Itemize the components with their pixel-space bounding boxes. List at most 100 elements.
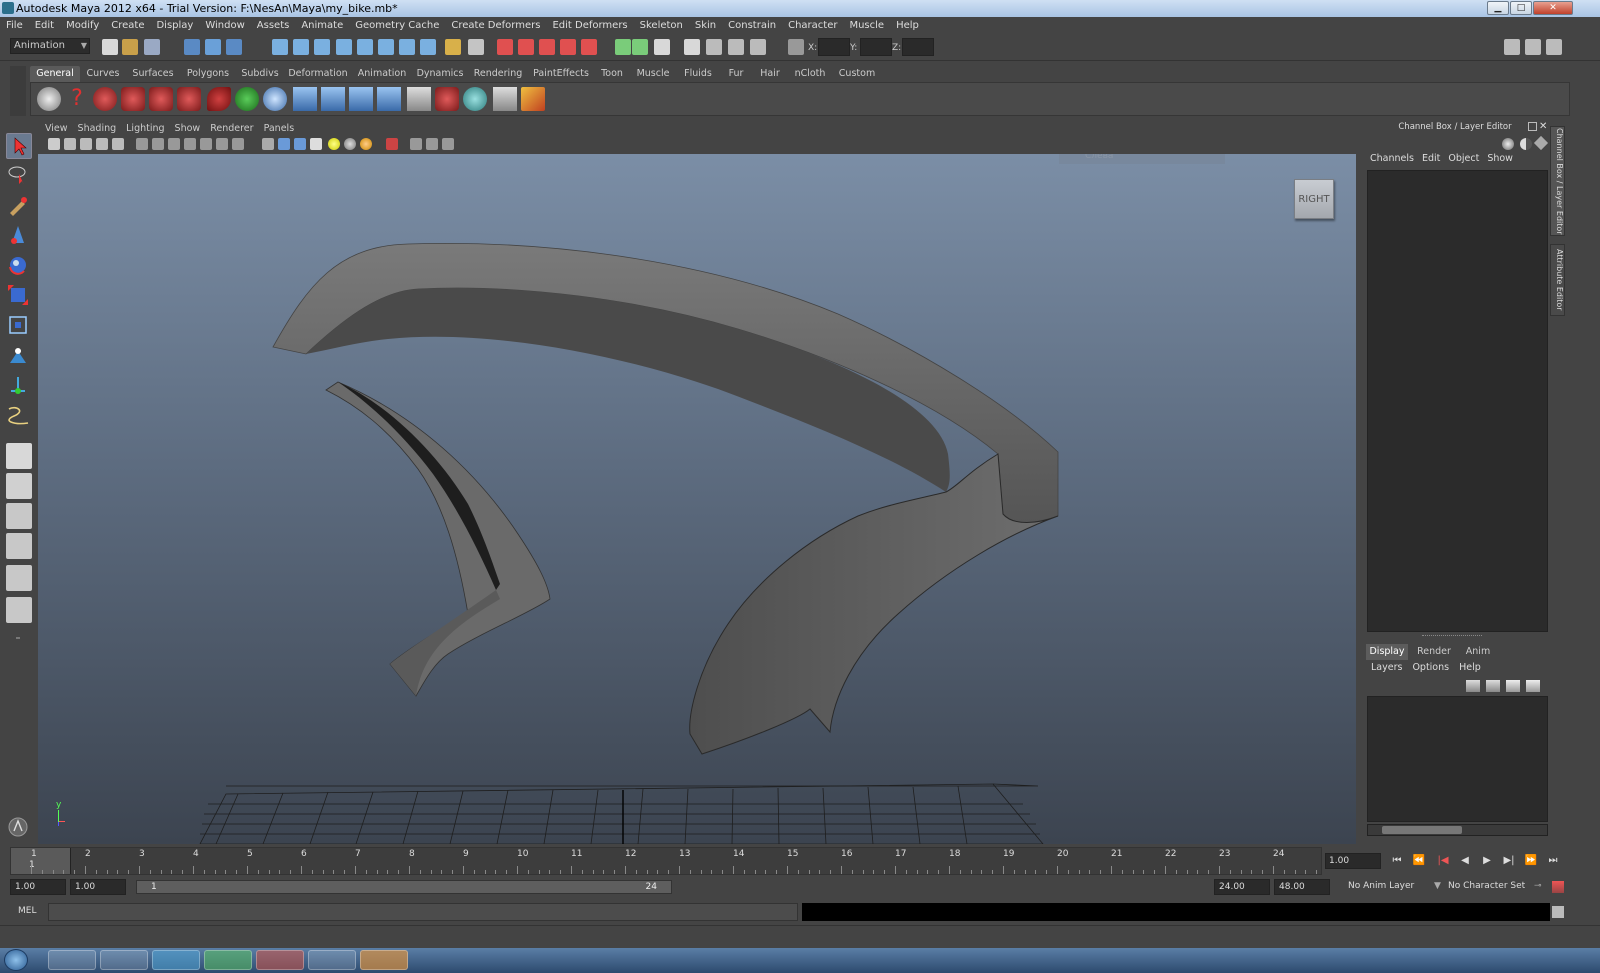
safe-title-icon[interactable] xyxy=(232,138,244,150)
cb-menu-edit[interactable]: Edit xyxy=(1418,153,1444,164)
menu-muscle[interactable]: Muscle xyxy=(843,17,890,35)
joint-icon[interactable] xyxy=(293,87,317,111)
camera-select-icon[interactable] xyxy=(48,138,60,150)
taskbar-item-3[interactable] xyxy=(152,950,200,970)
shelf-tab-custom[interactable]: Custom xyxy=(834,66,880,82)
go-to-end-icon[interactable]: ⏭ xyxy=(1544,852,1562,870)
shelf-tab-fluids[interactable]: Fluids xyxy=(678,66,718,82)
relative-transform-icon[interactable] xyxy=(654,39,670,55)
graph-editor-icon[interactable] xyxy=(407,87,431,111)
menu-help[interactable]: Help xyxy=(890,17,925,35)
sphere-icon[interactable] xyxy=(263,87,287,111)
scale-tool-icon[interactable] xyxy=(6,283,32,309)
playback-end-field[interactable]: 24.00 xyxy=(1214,879,1270,895)
layer-horizontal-scrollbar[interactable] xyxy=(1367,824,1548,836)
taskbar-item-4[interactable] xyxy=(204,950,252,970)
menu-modify[interactable]: Modify xyxy=(60,17,105,35)
soft-mod-icon[interactable] xyxy=(6,343,32,369)
paint-select-tool-icon[interactable] xyxy=(6,193,32,219)
new-layer-icon[interactable] xyxy=(1506,680,1520,692)
menu-set-selector[interactable]: Animation ▼ xyxy=(10,38,90,54)
channel-box-area[interactable] xyxy=(1367,170,1548,632)
side-tab-attribute-editor[interactable]: Attribute Editor xyxy=(1550,244,1565,316)
anim-layer-selector[interactable]: No Anim Layer xyxy=(1348,881,1414,891)
pin-icon[interactable] xyxy=(1533,135,1549,151)
panel-menu-shading[interactable]: Shading xyxy=(73,122,122,136)
open-scene-icon[interactable] xyxy=(122,39,138,55)
layer-menu-layers[interactable]: Layers xyxy=(1366,662,1407,673)
menu-animate[interactable]: Animate xyxy=(295,17,349,35)
shelf-tab-painteffects[interactable]: PaintEffects xyxy=(530,66,592,82)
question-icon[interactable] xyxy=(420,39,436,55)
panel-menu-panels[interactable]: Panels xyxy=(259,122,300,136)
menu-geometry-cache[interactable]: Geometry Cache xyxy=(349,17,445,35)
snap-view-icon[interactable] xyxy=(378,39,394,55)
input-field-icon[interactable] xyxy=(632,39,648,55)
shelf-tab-toon[interactable]: Toon xyxy=(596,66,628,82)
cb-menu-object[interactable]: Object xyxy=(1444,153,1483,164)
isolate-select-icon[interactable] xyxy=(386,138,398,150)
snap-point-icon[interactable] xyxy=(314,39,330,55)
start-button-icon[interactable] xyxy=(4,949,28,971)
float-panel-icon[interactable] xyxy=(1528,122,1537,131)
taskbar-item-6[interactable] xyxy=(308,950,356,970)
layer-tab-display[interactable]: Display xyxy=(1366,644,1408,660)
outliner-layout-icon[interactable] xyxy=(6,597,32,623)
menu-skeleton[interactable]: Skeleton xyxy=(634,17,689,35)
default-lighting-icon[interactable] xyxy=(328,138,340,150)
image-plane-icon[interactable] xyxy=(96,138,108,150)
xray-icon[interactable] xyxy=(410,138,422,150)
snap-plane-icon[interactable] xyxy=(336,39,352,55)
viewport-right[interactable]: Слева RIGHT y xyxy=(38,154,1356,844)
universal-manip-icon[interactable] xyxy=(6,313,32,339)
persp-graph-layout-icon[interactable] xyxy=(6,533,32,559)
cb-menu-channels[interactable]: Channels xyxy=(1366,153,1418,164)
film-reel-icon[interactable] xyxy=(37,87,61,111)
lock-icon[interactable] xyxy=(445,39,461,55)
paint-weights-icon[interactable] xyxy=(435,87,459,111)
shelf-tab-muscle[interactable]: Muscle xyxy=(632,66,674,82)
wireframe-on-shaded-icon[interactable] xyxy=(294,138,306,150)
show-hide-icon[interactable] xyxy=(684,39,700,55)
skeleton-icon[interactable] xyxy=(349,87,373,111)
lasso-tool-icon[interactable] xyxy=(6,163,32,189)
maximize-button[interactable]: □ xyxy=(1510,1,1532,15)
hypershade-layout-icon[interactable] xyxy=(6,565,32,591)
quick-layout-icon[interactable] xyxy=(6,815,32,841)
play-backward-icon[interactable]: ◀ xyxy=(1456,852,1474,870)
menu-file[interactable]: File xyxy=(0,17,29,35)
save-scene-icon[interactable] xyxy=(144,39,160,55)
play-forward-icon[interactable]: ▶ xyxy=(1478,852,1496,870)
splitter-handle[interactable] xyxy=(1422,635,1482,638)
move-tool-icon[interactable] xyxy=(6,223,32,249)
minimize-button[interactable]: ▁ xyxy=(1487,1,1509,15)
new-layer-selected-icon[interactable] xyxy=(1526,680,1540,692)
magnet-icon[interactable] xyxy=(207,87,231,111)
construction-history-icon[interactable] xyxy=(468,39,484,55)
render-region-icon[interactable] xyxy=(121,87,145,111)
menu-edit-deformers[interactable]: Edit Deformers xyxy=(546,17,633,35)
ik-handle-icon[interactable] xyxy=(321,87,345,111)
menu-edit[interactable]: Edit xyxy=(29,17,60,35)
shelf-tab-surfaces[interactable]: Surfaces xyxy=(128,66,178,82)
bind-skin-icon[interactable] xyxy=(377,87,401,111)
close-panel-icon[interactable]: ✕ xyxy=(1539,121,1547,132)
taskbar-item-5[interactable] xyxy=(256,950,304,970)
outliner-icon[interactable] xyxy=(1525,39,1541,55)
curve-tool-icon[interactable] xyxy=(6,403,32,429)
step-back-key-icon[interactable]: ⏪ xyxy=(1410,852,1428,870)
history-icon[interactable] xyxy=(399,39,415,55)
persp-outliner-layout-icon[interactable] xyxy=(6,503,32,529)
panel-menu-renderer[interactable]: Renderer xyxy=(205,122,258,136)
two-d-pan-icon[interactable] xyxy=(112,138,124,150)
select-component-icon[interactable] xyxy=(226,39,242,55)
settings-icon[interactable] xyxy=(1546,39,1562,55)
panel-menu-show[interactable]: Show xyxy=(170,122,206,136)
transform-mode-icon[interactable] xyxy=(788,39,804,55)
shadows-icon[interactable] xyxy=(360,138,372,150)
select-object-icon[interactable] xyxy=(205,39,221,55)
step-back-frame-icon[interactable]: |◀ xyxy=(1434,852,1452,870)
layout-menu-icon[interactable] xyxy=(6,629,32,647)
cb-menu-show[interactable]: Show xyxy=(1483,153,1517,164)
xray-joints-icon[interactable] xyxy=(426,138,438,150)
